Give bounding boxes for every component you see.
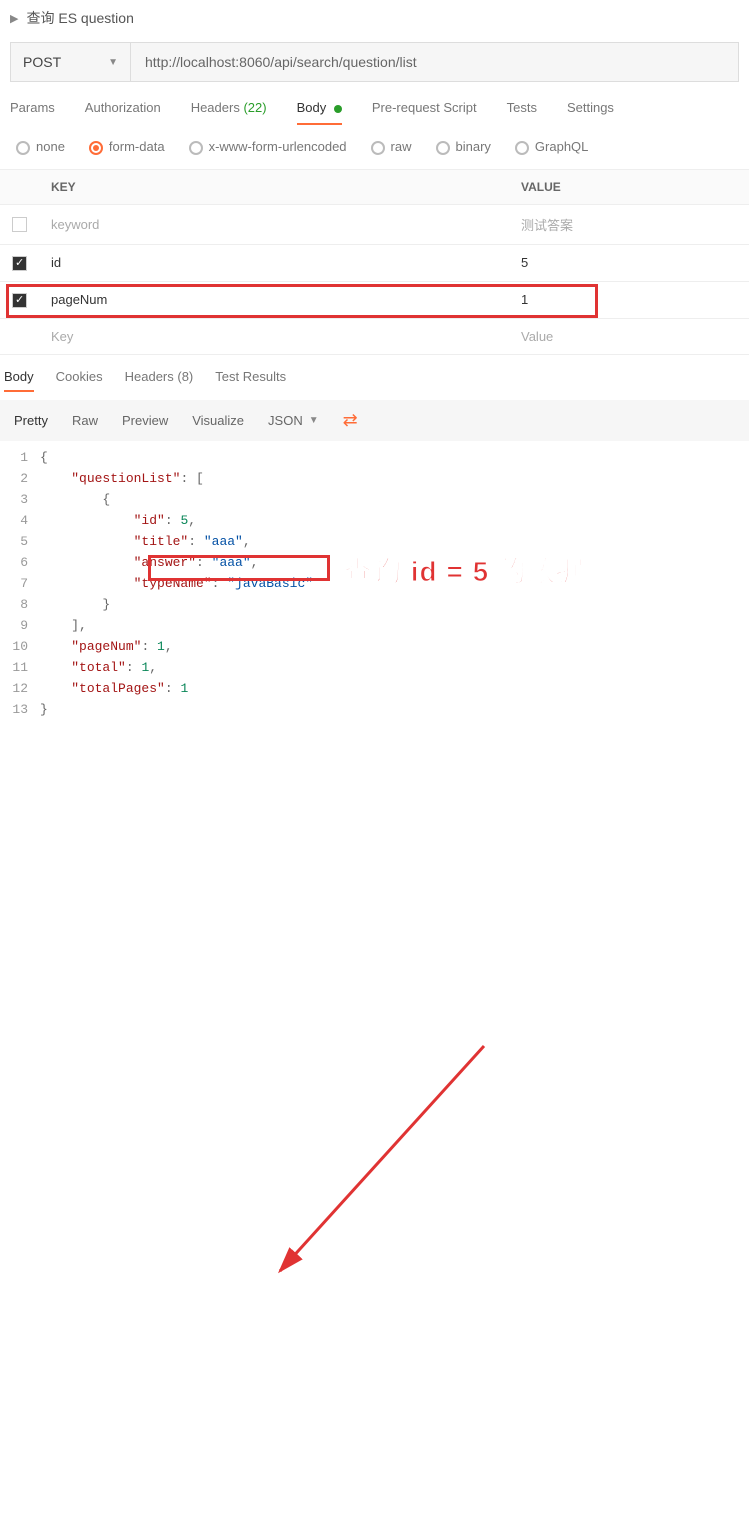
radio-binary[interactable]: binary [436,139,491,155]
param-value[interactable]: 测试答案 [509,204,749,244]
view-visualize[interactable]: Visualize [192,413,244,428]
arrow-annotation [0,726,749,1521]
radio-none[interactable]: none [16,139,65,155]
collapse-icon[interactable]: ▶ [10,12,18,25]
annotation-text: 查询 id = 5 的数据 [344,550,585,590]
url-input[interactable]: http://localhost:8060/api/search/questio… [131,43,738,81]
param-key[interactable]: keyword [39,204,509,244]
status-dot-icon [334,105,342,113]
params-table: KEY VALUE keyword 测试答案 id 5 pageNum 1 Ke… [0,169,749,355]
radio-xform[interactable]: x-www-form-urlencoded [189,139,347,155]
wrap-icon[interactable]: ⇄ [343,410,358,431]
tab-settings[interactable]: Settings [567,100,614,125]
tab-body[interactable]: Body [297,100,342,125]
column-value: VALUE [509,169,749,204]
highlight-box [6,284,598,318]
view-raw[interactable]: Raw [72,413,98,428]
view-preview[interactable]: Preview [122,413,168,428]
checkbox-icon[interactable] [12,256,27,271]
table-row[interactable]: id 5 [0,244,749,281]
param-key-placeholder[interactable]: Key [39,318,509,354]
table-row-placeholder[interactable]: Key Value [0,318,749,354]
method-select[interactable]: POST ▼ [11,43,131,81]
tab-authorization[interactable]: Authorization [85,100,161,125]
radio-graphql[interactable]: GraphQL [515,139,588,155]
resp-tab-cookies[interactable]: Cookies [56,369,103,392]
table-row[interactable]: keyword 测试答案 [0,204,749,244]
line-gutter: 12345678910111213 [0,447,40,720]
tab-tests[interactable]: Tests [507,100,537,125]
chevron-down-icon: ▼ [108,57,118,68]
view-pretty[interactable]: Pretty [14,413,48,428]
checkbox-icon[interactable] [12,217,27,232]
param-key[interactable]: id [39,244,509,281]
chevron-down-icon: ▼ [309,415,319,426]
tab-prerequest[interactable]: Pre-request Script [372,100,477,125]
radio-formdata[interactable]: form-data [89,139,165,155]
resp-tab-headers[interactable]: Headers (8) [125,369,194,392]
resp-tab-body[interactable]: Body [4,369,34,392]
param-value-placeholder[interactable]: Value [509,318,749,354]
tab-headers[interactable]: Headers (22) [191,100,267,125]
param-value[interactable]: 5 [509,244,749,281]
column-key: KEY [39,169,509,204]
highlight-box [148,555,330,581]
request-title: 查询 ES question [26,8,133,28]
method-label: POST [23,54,61,70]
resp-tab-testresults[interactable]: Test Results [215,369,286,392]
format-select[interactable]: JSON ▼ [268,413,319,428]
radio-raw[interactable]: raw [371,139,412,155]
tab-params[interactable]: Params [10,100,55,125]
